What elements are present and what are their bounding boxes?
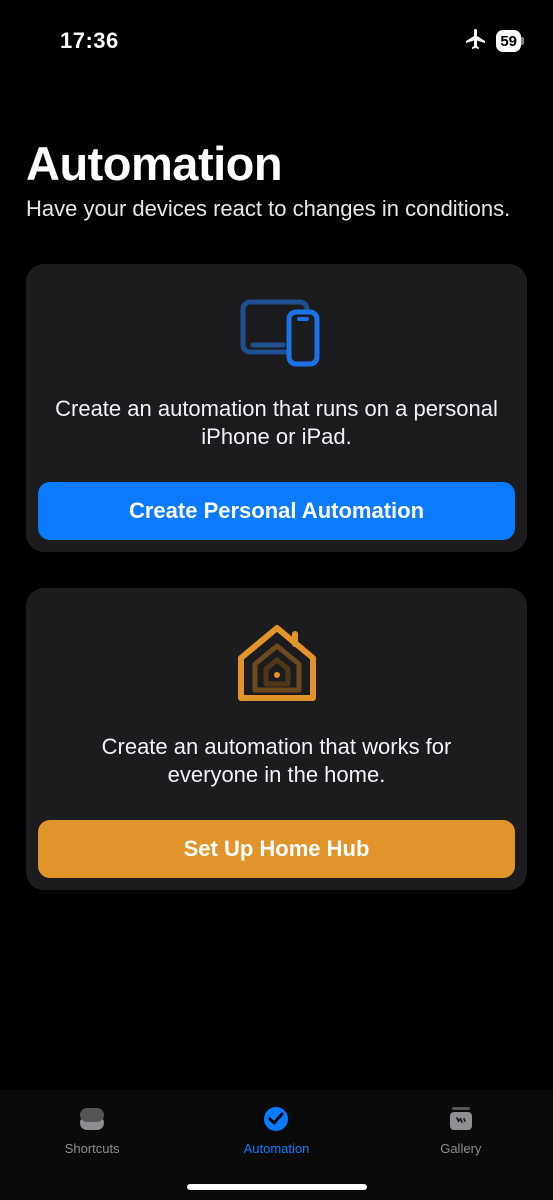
shortcuts-icon [75,1104,109,1139]
home-automation-card: Create an automation that works for ever… [26,588,527,890]
status-time: 17:36 [60,28,119,54]
home-icon [231,622,323,711]
status-bar: 17:36 59 [0,0,553,60]
tab-automation[interactable]: Automation [206,1104,346,1156]
page-header: Automation Have your devices react to ch… [0,60,553,224]
gallery-icon [444,1104,478,1139]
home-indicator[interactable] [187,1184,367,1190]
airplane-mode-icon [464,27,488,56]
home-automation-text: Create an automation that works for ever… [38,733,515,790]
content-area: Create an automation that runs on a pers… [0,224,553,890]
personal-automation-text: Create an automation that runs on a pers… [38,395,515,452]
set-up-home-hub-button[interactable]: Set Up Home Hub [38,820,515,878]
devices-icon [229,298,325,373]
automation-icon [259,1104,293,1139]
personal-automation-card: Create an automation that runs on a pers… [26,264,527,552]
page-title: Automation [26,136,527,191]
tab-shortcuts-label: Shortcuts [65,1141,120,1156]
page-subtitle: Have your devices react to changes in co… [26,195,527,224]
tab-gallery[interactable]: Gallery [391,1104,531,1156]
battery-indicator: 59 [496,30,521,52]
tab-gallery-label: Gallery [440,1141,481,1156]
tab-shortcuts[interactable]: Shortcuts [22,1104,162,1156]
tab-automation-label: Automation [244,1141,310,1156]
status-icons: 59 [464,27,521,56]
create-personal-automation-button[interactable]: Create Personal Automation [38,482,515,540]
